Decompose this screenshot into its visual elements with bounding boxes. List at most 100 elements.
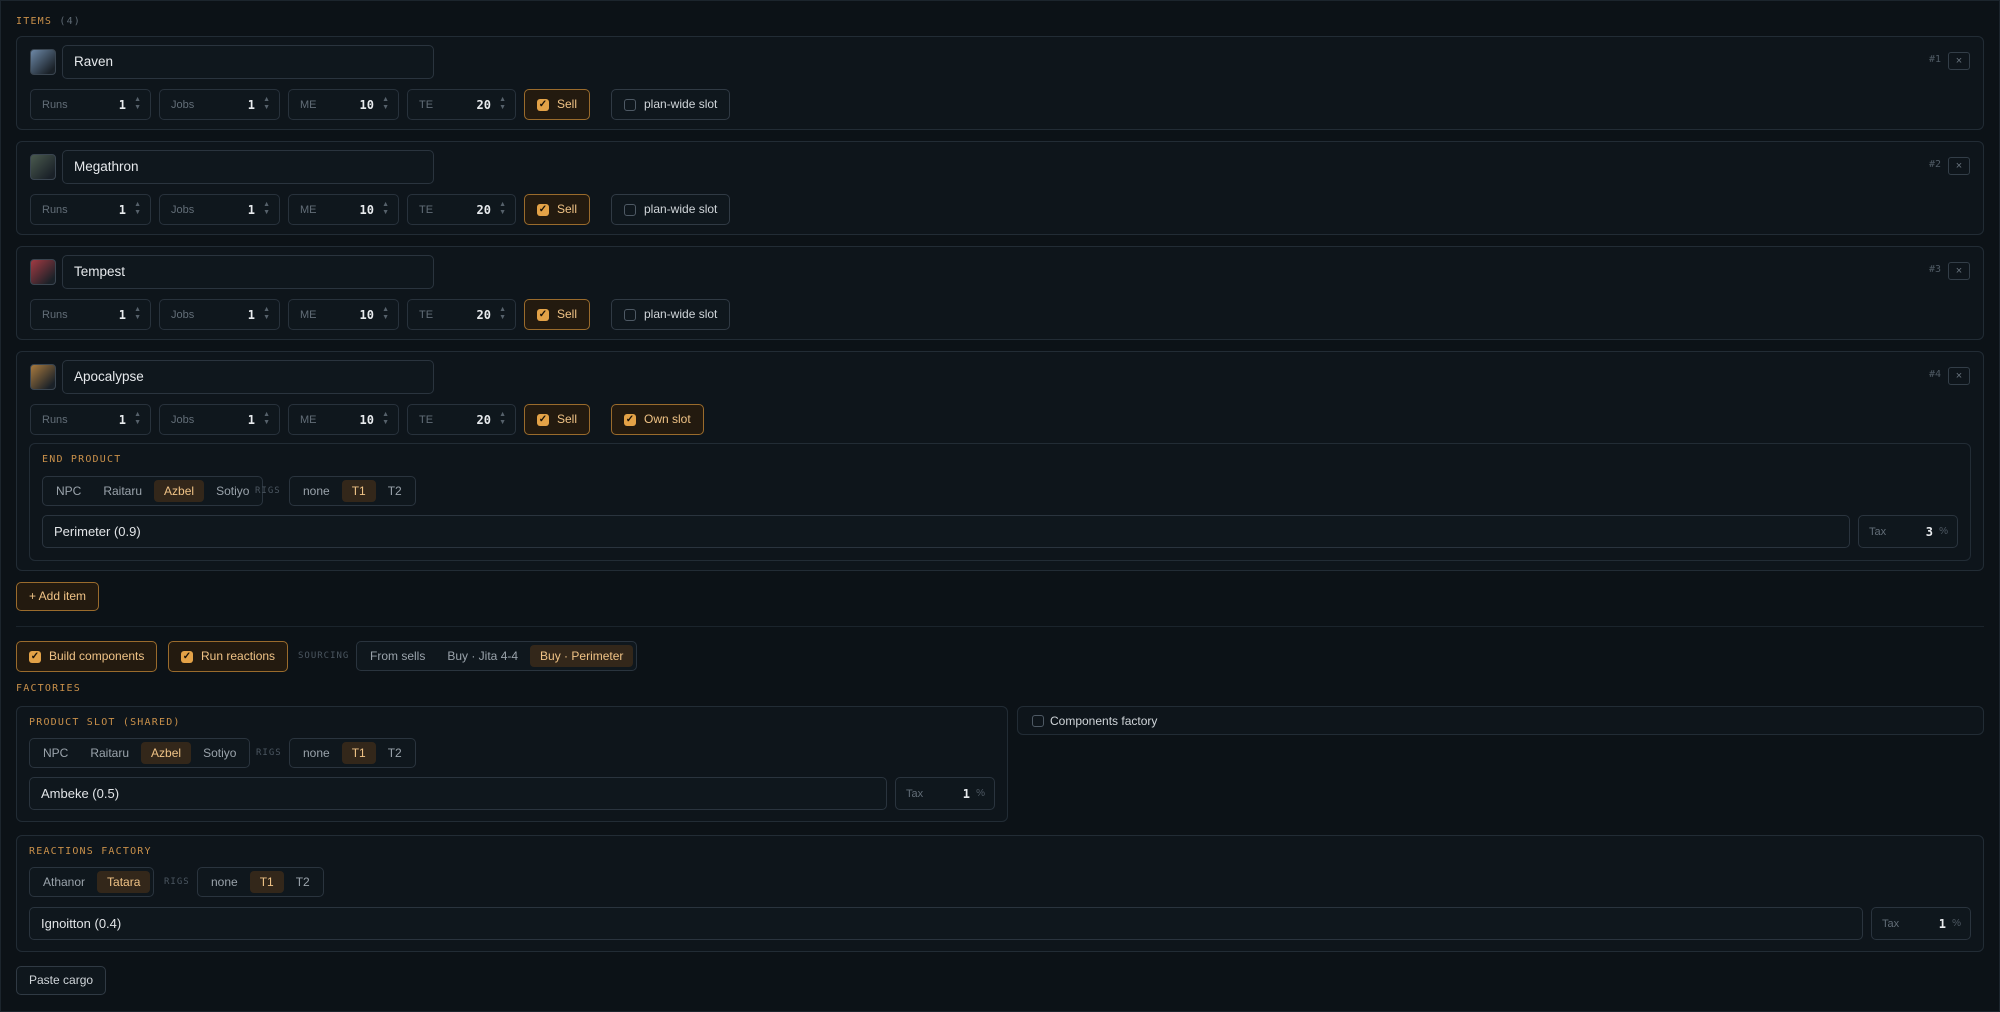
plan-wide-slot-toggle[interactable]: plan-wide slot [611, 194, 731, 225]
spinner-icon[interactable]: ▲ ▼ [499, 96, 506, 112]
spinner-icon[interactable]: ▲ ▼ [382, 306, 389, 322]
build-components-toggle[interactable]: ✓ Build components [16, 641, 158, 672]
runs-field-value: 1 [118, 98, 126, 112]
reactions-factory-label: REACTIONS FACTORY [29, 846, 152, 857]
spinner-icon[interactable]: ▲ ▼ [263, 306, 270, 322]
spinner-icon[interactable]: ▲ ▼ [134, 201, 141, 217]
te-field[interactable]: TE 20 ▲ ▼ [407, 89, 516, 120]
me-field-label: ME [300, 309, 317, 321]
item-name-input[interactable]: Raven [62, 45, 434, 79]
rig-option[interactable]: T1 [341, 742, 376, 764]
rig-option[interactable]: T2 [286, 871, 320, 893]
spinner-icon[interactable]: ▲ ▼ [134, 306, 141, 322]
spinner-icon[interactable]: ▲ ▼ [263, 411, 270, 427]
paste-cargo-button[interactable]: Paste cargo [16, 966, 107, 995]
rig-option[interactable]: T2 [378, 480, 412, 502]
tax-value: 1 [1938, 917, 1946, 931]
me-field[interactable]: ME 10 ▲ ▼ [288, 89, 399, 120]
structure-option[interactable]: Raitaru [93, 480, 152, 502]
me-field[interactable]: ME 10 ▲ ▼ [288, 299, 399, 330]
reactions-tax-field[interactable]: Tax 1% [1871, 907, 1971, 940]
item-card: Megathron #2 × Runs 1 ▲ ▼ Jobs 1 ▲ ▼ ME 10 ▲ ▼ TE 20 ▲ ▼ ✓ S… [16, 141, 1984, 235]
rig-option[interactable]: none [293, 480, 340, 502]
te-field-value: 20 [476, 203, 491, 217]
me-field[interactable]: ME 10 ▲ ▼ [288, 194, 399, 225]
spinner-icon[interactable]: ▲ ▼ [382, 96, 389, 112]
rig-option[interactable]: none [293, 742, 340, 764]
me-field[interactable]: ME 10 ▲ ▼ [288, 404, 399, 435]
item-name-input[interactable]: Tempest [62, 255, 434, 289]
structure-option[interactable]: NPC [33, 742, 78, 764]
structure-option[interactable]: Azbel [141, 742, 192, 764]
spinner-icon[interactable]: ▲ ▼ [382, 201, 389, 217]
jobs-field-label: Jobs [171, 414, 195, 426]
percent-label: % [1952, 918, 1961, 929]
sourcing-selector: From sells Buy · Jita 4-4 Buy · Perimeter [356, 641, 638, 671]
runs-field[interactable]: Runs 1 ▲ ▼ [30, 89, 151, 120]
te-field[interactable]: TE 20 ▲ ▼ [407, 299, 516, 330]
structure-option[interactable]: Raitaru [80, 742, 139, 764]
spinner-icon[interactable]: ▲ ▼ [382, 411, 389, 427]
sourcing-option[interactable]: Buy · Perimeter [530, 645, 634, 667]
own-slot-toggle[interactable]: ✓ Own slot [611, 404, 704, 435]
product-slot-tax-field[interactable]: Tax 1% [895, 777, 995, 810]
sourcing-option[interactable]: Buy · Jita 4-4 [437, 645, 528, 667]
rig-option[interactable]: T2 [378, 742, 412, 764]
runs-field[interactable]: Runs 1 ▲ ▼ [30, 404, 151, 435]
remove-item-button[interactable]: × [1948, 262, 1970, 280]
product-slot-label: PRODUCT SLOT (SHARED) [29, 717, 181, 728]
remove-item-button[interactable]: × [1948, 52, 1970, 70]
tax-value: 1 [962, 787, 970, 801]
remove-item-button[interactable]: × [1948, 157, 1970, 175]
spinner-icon[interactable]: ▲ ▼ [499, 306, 506, 322]
spinner-icon[interactable]: ▲ ▼ [263, 96, 270, 112]
reactions-system-input[interactable]: Ignoitton (0.4) [29, 907, 1863, 940]
runs-field[interactable]: Runs 1 ▲ ▼ [30, 299, 151, 330]
run-reactions-toggle[interactable]: ✓ Run reactions [168, 641, 289, 672]
rig-option[interactable]: T1 [341, 480, 376, 502]
jobs-field[interactable]: Jobs 1 ▲ ▼ [159, 299, 280, 330]
jobs-field[interactable]: Jobs 1 ▲ ▼ [159, 89, 280, 120]
te-field-label: TE [419, 204, 434, 216]
sell-toggle[interactable]: ✓ Sell [524, 89, 591, 120]
spinner-icon[interactable]: ▲ ▼ [263, 201, 270, 217]
te-field-value: 20 [476, 98, 491, 112]
runs-field[interactable]: Runs 1 ▲ ▼ [30, 194, 151, 225]
te-field[interactable]: TE 20 ▲ ▼ [407, 194, 516, 225]
jobs-field[interactable]: Jobs 1 ▲ ▼ [159, 404, 280, 435]
jobs-field[interactable]: Jobs 1 ▲ ▼ [159, 194, 280, 225]
plan-wide-slot-toggle-label: plan-wide slot [644, 307, 718, 321]
rig-option[interactable]: none [201, 871, 248, 893]
te-field[interactable]: TE 20 ▲ ▼ [407, 404, 516, 435]
product-slot-system-input[interactable]: Ambeke (0.5) [29, 777, 887, 810]
end-product-system-input[interactable]: Perimeter (0.9) [42, 515, 1850, 548]
sell-toggle[interactable]: ✓ Sell [524, 404, 591, 435]
runs-field-value: 1 [118, 308, 126, 322]
item-name-input[interactable]: Apocalypse [62, 360, 434, 394]
sourcing-option[interactable]: From sells [360, 645, 435, 667]
components-factory-toggle[interactable]: Components factory [1017, 706, 1984, 735]
spinner-icon[interactable]: ▲ ▼ [134, 411, 141, 427]
structure-option[interactable]: Tatara [97, 871, 151, 893]
structure-option[interactable]: NPC [46, 480, 91, 502]
rig-option[interactable]: T1 [249, 871, 284, 893]
spinner-icon[interactable]: ▲ ▼ [499, 201, 506, 217]
plan-wide-slot-toggle[interactable]: plan-wide slot [611, 89, 731, 120]
checkbox-icon [624, 204, 636, 216]
add-item-button[interactable]: + Add item [16, 582, 100, 611]
remove-item-button[interactable]: × [1948, 367, 1970, 385]
item-name-input[interactable]: Megathron [62, 150, 434, 184]
end-product-tax-field[interactable]: Tax 3% [1858, 515, 1958, 548]
structure-option[interactable]: Athanor [33, 871, 95, 893]
structure-option[interactable]: Azbel [154, 480, 205, 502]
sell-toggle[interactable]: ✓ Sell [524, 194, 591, 225]
sell-toggle[interactable]: ✓ Sell [524, 299, 591, 330]
plan-wide-slot-toggle[interactable]: plan-wide slot [611, 299, 731, 330]
spinner-icon[interactable]: ▲ ▼ [134, 96, 141, 112]
jobs-field-value: 1 [247, 413, 255, 427]
structure-option[interactable]: Sotiyo [193, 742, 246, 764]
item-index: #4 [1928, 369, 1941, 380]
spinner-icon[interactable]: ▲ ▼ [499, 411, 506, 427]
structure-option[interactable]: Sotiyo [206, 480, 259, 502]
end-product-label: END PRODUCT [42, 454, 122, 465]
